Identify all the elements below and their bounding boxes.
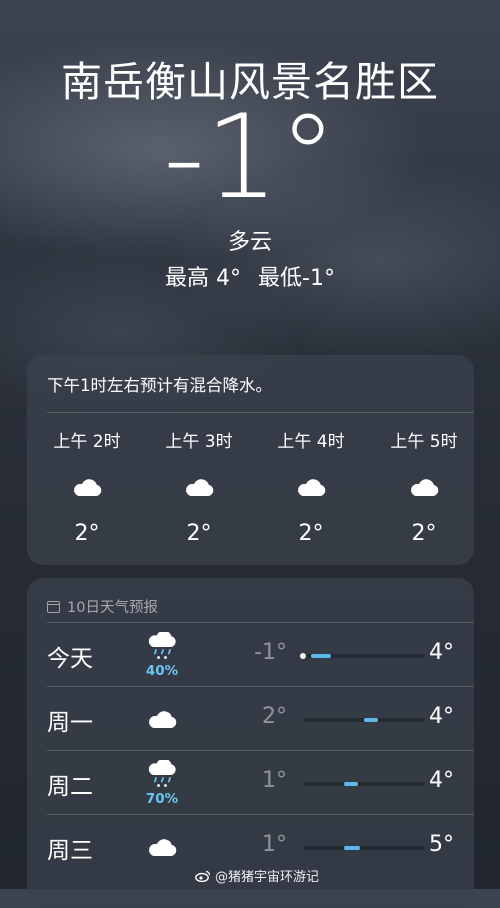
hour-temperature: 2° [411, 521, 437, 546]
temperature-range-bar [303, 782, 425, 786]
hourly-item: 上午 5时 2° [374, 427, 474, 546]
daily-forecast-row[interactable]: 今天 40% -1° 4° [47, 622, 474, 687]
high-temperature: 最高 4° [165, 266, 242, 291]
temperature-range-bar [300, 653, 425, 659]
cloud-icon [149, 467, 249, 507]
day-name: 周二 [47, 774, 93, 800]
hour-time: 上午 5时 [390, 432, 458, 452]
hourly-item: 上午 2时 2° [37, 427, 137, 546]
temperature-range-fill [343, 846, 360, 850]
high-temperature: 4° [429, 640, 454, 665]
weather-condition: 多云 [227, 230, 272, 255]
precipitation-chance: 40% [145, 662, 179, 679]
weibo-icon [195, 870, 211, 882]
temperature-range-bar [303, 846, 425, 850]
temperature-range-fill [343, 782, 358, 786]
cloud-icon [374, 467, 474, 507]
forecast-summary: 下午1时左右预计有混合降水。 [47, 376, 272, 395]
low-temperature: -1° [254, 640, 287, 665]
hourly-item: 上午 3时 2° [149, 427, 249, 546]
low-temperature: 1° [262, 832, 287, 857]
high-low: 最高 4° 最低-1° [0, 260, 500, 292]
low-temperature: 1° [262, 768, 287, 793]
day-name: 周三 [47, 838, 93, 864]
hour-time: 上午 2时 [53, 432, 121, 452]
temperature-range-fill [364, 718, 378, 722]
precipitation-chance: 70% [145, 790, 179, 807]
temperature-range-bar [303, 718, 425, 722]
cloud-icon [139, 693, 185, 745]
hour-temperature: 2° [186, 521, 212, 546]
daily-forecast-row[interactable]: 周一 2° 4° [47, 686, 474, 751]
high-temperature: 4° [429, 704, 454, 729]
current-temperature: -1° [163, 90, 337, 225]
daily-forecast-row[interactable]: 周二 70% 1° 4° [47, 750, 474, 815]
day-name: 周一 [47, 710, 93, 736]
calendar-icon [47, 600, 60, 613]
hour-time: 上午 3时 [165, 432, 233, 452]
ten-day-forecast-header: 10日天气预报 [47, 596, 158, 617]
cloud-rain-snow-icon: 40% [139, 629, 185, 681]
high-temperature: 5° [429, 832, 454, 857]
low-temperature: 最低-1° [258, 266, 335, 291]
current-temperature-dot [300, 653, 306, 659]
watermark: @猪猪宇宙环游记 [195, 866, 319, 885]
cloud-icon [139, 821, 185, 873]
divider [47, 412, 474, 413]
ten-day-forecast-card[interactable]: 10日天气预报 今天 40% -1° 4° 周一 2° 4° 周二 70% 1° 4° 周三 1° 5° [27, 578, 474, 908]
cloud-rain-snow-icon: 70% [139, 757, 185, 809]
temperature-range-fill [311, 654, 332, 658]
hour-temperature: 2° [74, 521, 100, 546]
cloud-icon [261, 467, 361, 507]
low-temperature: 2° [262, 704, 287, 729]
hourly-forecast-card[interactable]: 下午1时左右预计有混合降水。 上午 2时 2° 上午 3时 2° 上午 4时 2° 上午 5… [27, 355, 474, 565]
hour-temperature: 2° [298, 521, 324, 546]
day-name: 今天 [47, 646, 93, 672]
ten-day-forecast-title: 10日天气预报 [67, 600, 158, 616]
hour-time: 上午 4时 [277, 432, 345, 452]
high-temperature: 4° [429, 768, 454, 793]
hourly-item: 上午 4时 2° [261, 427, 361, 546]
watermark-text: @猪猪宇宙环游记 [215, 870, 320, 885]
cloud-icon [37, 467, 137, 507]
